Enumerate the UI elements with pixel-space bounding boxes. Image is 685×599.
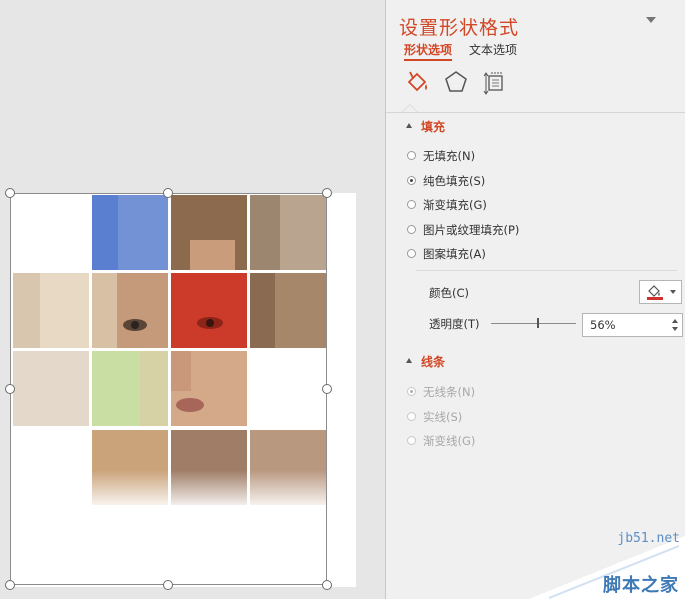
radio-label: 纯色填充(S) [423, 174, 486, 188]
slide-grid-photo[interactable] [0, 0, 385, 599]
radio-label: 图片或纹理填充(P) [423, 223, 520, 237]
divider [416, 270, 677, 271]
radio-button-selected[interactable] [407, 176, 416, 185]
tab-shape-options[interactable]: 形状选项 [404, 41, 453, 61]
tab-text-options[interactable]: 文本选项 [469, 41, 517, 58]
radio-button[interactable] [407, 412, 416, 421]
radio-picture-fill[interactable]: 图片或纹理填充(P) [407, 222, 520, 238]
radio-label: 实线(S) [423, 410, 463, 424]
radio-solid-fill[interactable]: 纯色填充(S) [407, 173, 486, 189]
transparency-slider-track[interactable] [491, 323, 576, 324]
radio-button[interactable] [407, 249, 416, 258]
watermark-url: jb51.net [617, 531, 680, 546]
radio-label: 图案填充(A) [423, 247, 486, 261]
pane-options-chevron-icon[interactable] [646, 17, 656, 23]
paint-bucket-icon [647, 285, 676, 300]
radio-label: 无线条(N) [423, 385, 476, 399]
format-shape-pane: 设置形状格式 形状选项 文本选项 填充 无填充(N) 纯色填充(S) 渐变填充(… [385, 0, 685, 599]
slide-canvas [0, 0, 385, 599]
radio-button-selected[interactable] [407, 387, 416, 396]
radio-button[interactable] [407, 151, 416, 160]
radio-gradient-line[interactable]: 渐变线(G) [407, 433, 476, 449]
tab-divider [386, 112, 685, 113]
color-swatch [647, 297, 663, 300]
collapse-line-icon[interactable] [406, 358, 412, 363]
tile-red [171, 273, 247, 348]
spin-up-icon[interactable] [672, 319, 678, 323]
radio-button[interactable] [407, 436, 416, 445]
effects-pentagon-icon[interactable] [442, 68, 470, 96]
size-properties-icon[interactable] [481, 68, 509, 96]
radio-button[interactable] [407, 225, 416, 234]
radio-no-fill[interactable]: 无填充(N) [407, 148, 476, 164]
spin-down-icon[interactable] [672, 327, 678, 331]
transparency-slider-thumb[interactable] [537, 318, 539, 328]
line-section-heading[interactable]: 线条 [421, 353, 445, 370]
radio-label: 渐变填充(G) [423, 198, 487, 212]
active-tab-marker [402, 104, 418, 112]
transparency-value[interactable]: 56% [590, 318, 616, 332]
fill-line-icon[interactable] [403, 68, 431, 96]
radio-label: 渐变线(G) [423, 434, 476, 448]
color-label: 颜色(C) [429, 286, 470, 300]
dropdown-arrow-icon [670, 290, 676, 294]
radio-no-line[interactable]: 无线条(N) [407, 384, 476, 400]
pane-title: 设置形状格式 [399, 17, 520, 39]
radio-solid-line[interactable]: 实线(S) [407, 409, 463, 425]
transparency-spinbox[interactable]: 56% [582, 313, 683, 337]
watermark-text: 脚本之家 [603, 575, 679, 596]
radio-gradient-fill[interactable]: 渐变填充(G) [407, 197, 487, 213]
fill-section-heading[interactable]: 填充 [421, 118, 445, 135]
tile [13, 351, 89, 426]
transparency-label: 透明度(T) [429, 317, 480, 331]
radio-button[interactable] [407, 200, 416, 209]
radio-label: 无填充(N) [423, 149, 476, 163]
collapse-fill-icon[interactable] [406, 123, 412, 128]
fill-color-button[interactable] [639, 280, 682, 304]
radio-pattern-fill[interactable]: 图案填充(A) [407, 246, 486, 262]
